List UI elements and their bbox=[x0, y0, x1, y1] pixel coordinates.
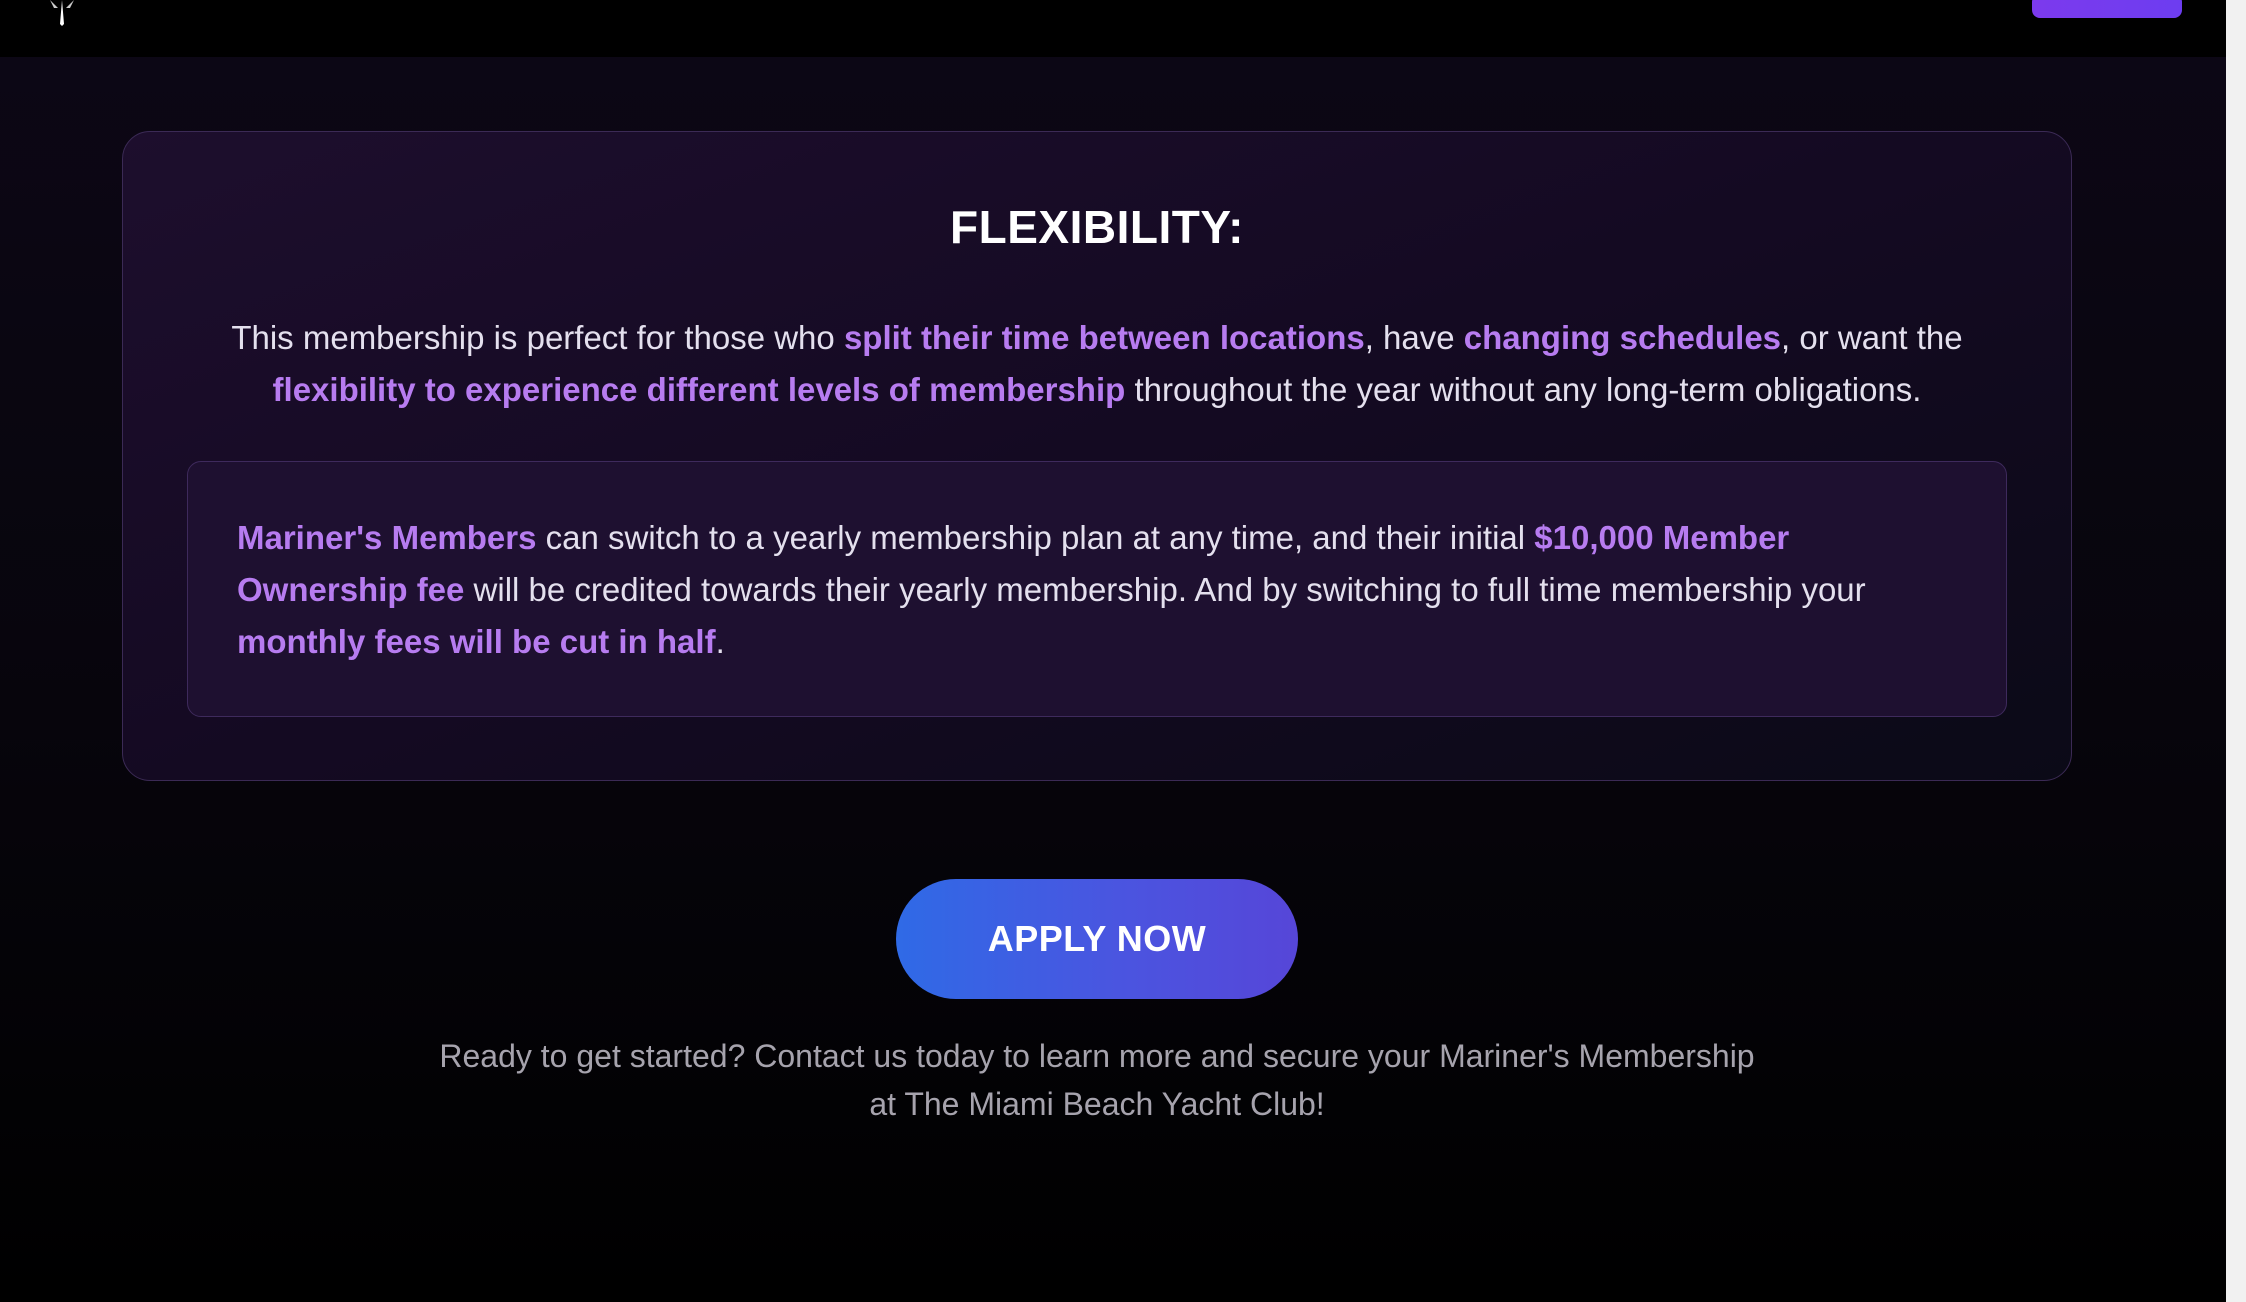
intro-highlight: changing schedules bbox=[1463, 319, 1782, 356]
intro-text: This membership is perfect for those who bbox=[231, 319, 844, 356]
cta-text: Ready to get started? Contact us today t… bbox=[320, 1032, 1874, 1128]
note-text: . bbox=[715, 623, 725, 660]
top-nav-bar bbox=[0, 0, 2226, 57]
sailboat-logo-icon[interactable] bbox=[40, 0, 84, 26]
page: FLEXIBILITY: This membership is perfect … bbox=[0, 0, 2246, 1302]
note-highlight: monthly fees will be cut in half bbox=[237, 623, 716, 660]
header-action-button[interactable] bbox=[2032, 0, 2182, 18]
intro-highlight: flexibility to experience different leve… bbox=[272, 371, 1126, 408]
intro-text: , have bbox=[1364, 319, 1464, 356]
note-paragraph: Mariner's Members can switch to a yearly… bbox=[237, 512, 1957, 668]
cta-text-line2: at The Miami Beach Yacht Club! bbox=[869, 1086, 1325, 1122]
cta-text-line1: Ready to get started? Contact us today t… bbox=[439, 1038, 1755, 1074]
intro-highlight: split their time between locations bbox=[843, 319, 1365, 356]
apply-now-button[interactable]: APPLY NOW bbox=[896, 879, 1298, 999]
intro-text: , or want the bbox=[1781, 319, 1963, 356]
card-title: FLEXIBILITY: bbox=[950, 201, 1244, 253]
note-text: will be credited towards their yearly me… bbox=[464, 571, 1866, 608]
scrollbar[interactable] bbox=[2226, 0, 2246, 1302]
intro-text: throughout the year without any long-ter… bbox=[1125, 371, 1922, 408]
intro-paragraph: This membership is perfect for those who… bbox=[220, 312, 1974, 416]
note-highlight: Mariner's Members bbox=[237, 519, 537, 556]
note-text: can switch to a yearly membership plan a… bbox=[536, 519, 1535, 556]
